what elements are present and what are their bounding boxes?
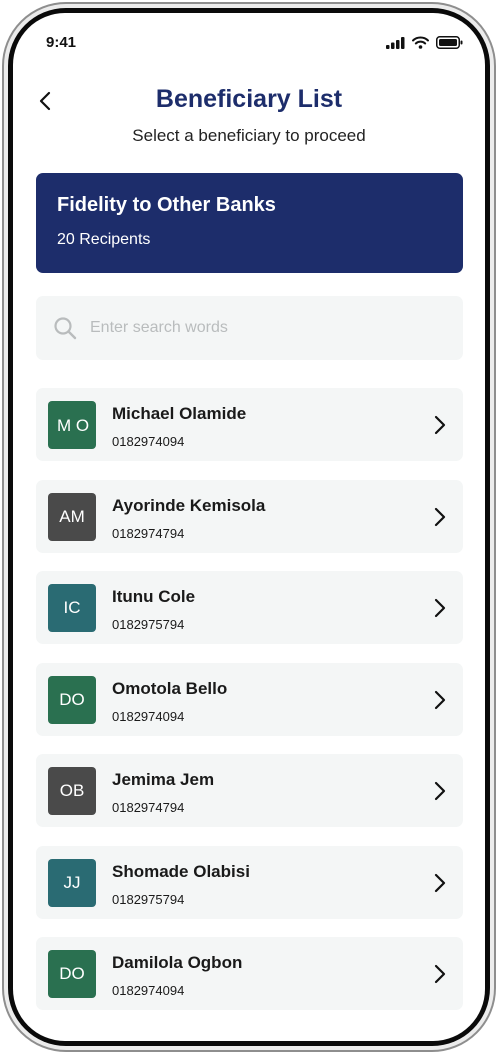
account-number: 0182974094 (112, 708, 185, 724)
avatar: AM (48, 492, 96, 541)
account-number: 0182974094 (112, 434, 185, 449)
back-button[interactable] (33, 89, 57, 113)
status-time: 9:41 (46, 34, 77, 51)
chevron-right-icon (434, 690, 446, 709)
bank-card-title: Fidelity to Other Banks (57, 194, 276, 216)
avatar: M O (48, 401, 96, 449)
avatar: IC (48, 584, 96, 632)
signal-icon (386, 36, 405, 49)
recipient-count: 20 Recipents (57, 231, 151, 248)
chevron-right-icon (434, 873, 446, 892)
chevron-right-icon (434, 964, 446, 984)
beneficiary-name: Michael Olamide (112, 404, 247, 423)
status-icons (386, 36, 463, 49)
bank-transfer-card: Fidelity to Other Banks 20 Recipents (36, 173, 463, 273)
chevron-left-icon (39, 91, 51, 111)
account-number: 0182974794 (112, 800, 185, 815)
chevron-right-icon (434, 781, 446, 801)
page-title: Beneficiary List (155, 85, 343, 113)
header: Beneficiary List Select a beneficiary to… (13, 83, 485, 163)
avatar: OB (48, 767, 96, 815)
beneficiary-row[interactable]: M O Michael Olamide 0182974094 (36, 388, 463, 461)
beneficiary-name: Omotola Bello (112, 678, 228, 698)
search-input[interactable] (88, 318, 432, 338)
page-subtitle: Select a beneficiary to proceed (132, 126, 366, 145)
search-icon (53, 316, 77, 340)
beneficiary-name: Ayorinde Kemisola (112, 495, 266, 515)
beneficiary-row[interactable]: DO Omotola Bello 0182974094 (36, 662, 463, 736)
avatar: DO (48, 950, 96, 998)
beneficiary-row[interactable]: IC Itunu Cole 0182975794 (36, 571, 463, 644)
chevron-right-icon (434, 598, 446, 618)
beneficiary-name: Itunu Cole (112, 587, 196, 606)
battery-icon (436, 36, 463, 49)
beneficiary-list: M O Michael Olamide 0182974094 AM Ayorinde K… (36, 388, 463, 1029)
beneficiary-name: Damilola Ogbon (112, 953, 243, 972)
status-bar: 9:41 (13, 13, 485, 73)
account-number: 0182975794 (112, 891, 185, 907)
account-number: 0182975794 (112, 617, 185, 632)
account-number: 0182974794 (112, 525, 185, 541)
wifi-icon (412, 36, 429, 49)
chevron-right-icon (434, 507, 446, 526)
chevron-right-icon (434, 415, 446, 435)
screen: 9:41 Beneficiary List Select a beneficia… (13, 13, 485, 1041)
beneficiary-row[interactable]: OB Jemima Jem 0182974794 (36, 754, 463, 827)
account-number: 0182974094 (112, 983, 185, 998)
beneficiary-row[interactable]: DO Damilola Ogbon 0182974094 (36, 937, 463, 1010)
beneficiary-row[interactable]: JJ Shomade Olabisi 0182975794 (36, 845, 463, 919)
avatar: DO (48, 675, 96, 724)
avatar: JJ (48, 858, 96, 907)
search-box (36, 296, 463, 360)
beneficiary-name: Shomade Olabisi (112, 861, 250, 881)
beneficiary-row[interactable]: AM Ayorinde Kemisola 0182974794 (36, 479, 463, 553)
beneficiary-name: Jemima Jem (112, 770, 215, 789)
